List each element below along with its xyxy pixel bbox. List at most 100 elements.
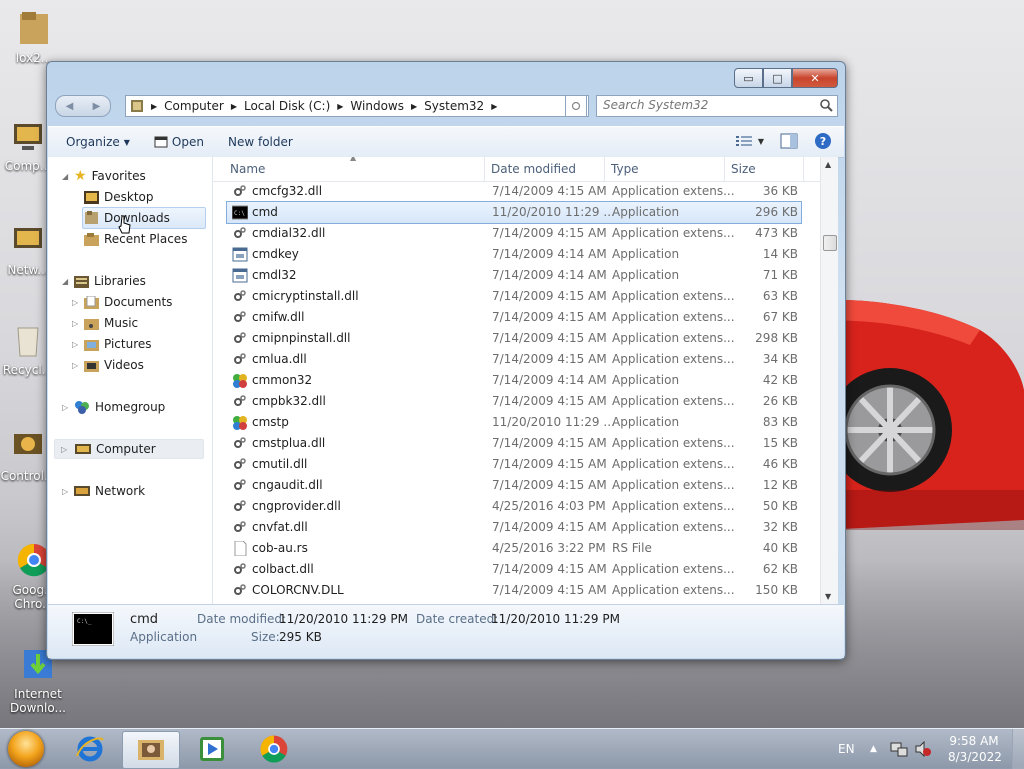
file-row[interactable]: cngaudit.dll 7/14/2009 4:15 AM Application… (213, 475, 837, 496)
show-hidden-icons[interactable]: ▲ (870, 729, 877, 769)
file-row[interactable]: colbact.dll 7/14/2009 4:15 AM Application … (213, 559, 837, 580)
nav-computer[interactable]: ▷ Computer (54, 439, 204, 459)
file-row[interactable]: cmcfg32.dll 7/14/2009 4:15 AM Application … (213, 181, 837, 202)
breadcrumb-local-disk[interactable]: Local Disk (C:) (244, 99, 330, 113)
expand-arrow-icon[interactable]: ▷ (72, 319, 78, 328)
file-row[interactable]: cmdl32 7/14/2009 4:14 AM Application 71 KB (213, 265, 837, 286)
minimize-button[interactable]: ▭ (734, 68, 763, 88)
file-row[interactable]: cmifw.dll 7/14/2009 4:15 AM Application ex… (213, 307, 837, 328)
search-icon[interactable] (819, 98, 833, 112)
expand-arrow-icon[interactable]: ▷ (72, 361, 78, 370)
file-row[interactable]: cmdkey 7/14/2009 4:14 AM Application 14 KB (213, 244, 837, 265)
maximize-button[interactable]: □ (763, 68, 792, 88)
nav-music[interactable]: ▷ Music (72, 313, 138, 333)
dll-icon (232, 289, 248, 304)
nav-desktop[interactable]: Desktop (84, 187, 154, 207)
column-divider[interactable] (803, 157, 804, 181)
back-button[interactable]: ◀ (66, 101, 74, 112)
file-row[interactable]: cmstp 11/20/2010 11:29 ... Application 83 K… (213, 412, 837, 433)
help-icon[interactable]: ? (814, 132, 832, 150)
open-button[interactable]: Open (148, 132, 210, 152)
clock[interactable]: 9:58 AM 8/3/2022 (948, 733, 1002, 765)
taskbar-windows-explorer[interactable] (122, 731, 180, 769)
file-row[interactable]: cmdial32.dll 7/14/2009 4:15 AM Application… (213, 223, 837, 244)
file-name: cmd (252, 205, 278, 219)
file-date-modified: 7/14/2009 4:15 AM (492, 331, 607, 345)
column-header-size[interactable]: Size (731, 162, 756, 176)
breadcrumb-separator[interactable]: ▶ (337, 102, 343, 111)
start-button[interactable] (8, 731, 44, 767)
expand-arrow-icon[interactable]: ▷ (72, 340, 78, 349)
column-header-name[interactable]: Name (230, 162, 265, 176)
scroll-up-icon[interactable]: ▲ (825, 160, 831, 169)
expand-arrow-icon[interactable]: ▷ (72, 298, 78, 307)
taskbar-chrome[interactable] (246, 731, 302, 767)
volume-tray-icon[interactable] (914, 741, 932, 757)
expand-arrow-icon[interactable]: ▷ (62, 403, 68, 412)
file-row[interactable]: cmstplua.dll 7/14/2009 4:15 AM Application… (213, 433, 837, 454)
file-type: Application (612, 373, 680, 387)
vertical-scrollbar[interactable]: ▲ ▼ (820, 157, 838, 604)
file-row[interactable]: cmlua.dll 7/14/2009 4:15 AM Application ex… (213, 349, 837, 370)
nav-documents[interactable]: ▷ Documents (72, 292, 172, 312)
nav-downloads[interactable]: Downloads (82, 207, 206, 229)
column-header-type[interactable]: Type (611, 162, 639, 176)
breadcrumb-computer[interactable]: Computer (164, 99, 224, 113)
language-indicator[interactable]: EN (838, 729, 855, 769)
desktop-icon-lox[interactable]: lox2... (0, 10, 70, 65)
refresh-button[interactable] (565, 95, 587, 117)
forward-button[interactable]: ▶ (93, 101, 101, 112)
breadcrumb-separator[interactable]: ▶ (411, 102, 417, 111)
taskbar-internet-explorer[interactable] (62, 731, 118, 767)
change-view-button[interactable]: ▼ (735, 135, 764, 147)
details-name: cmd (130, 612, 159, 627)
open-icon (154, 136, 168, 148)
nav-libraries[interactable]: ◢ Libraries (62, 271, 146, 291)
column-divider[interactable] (484, 157, 485, 181)
new-folder-button[interactable]: New folder (222, 132, 299, 152)
file-row[interactable]: COLORCNV.DLL 7/14/2009 4:15 AM Application… (213, 580, 837, 601)
organize-button[interactable]: Organize ▼ (60, 132, 136, 152)
nav-network[interactable]: ▷ Network (62, 481, 145, 501)
network-tray-icon[interactable] (890, 741, 908, 757)
nav-libraries-label: Libraries (94, 274, 146, 288)
file-row[interactable]: cob-au.rs 4/25/2016 3:22 PM RS File 40 KB (213, 538, 837, 559)
file-row[interactable]: cmmon32 7/14/2009 4:14 AM Application 42 KB (213, 370, 837, 391)
scroll-thumb[interactable] (823, 235, 837, 251)
search-box[interactable] (596, 95, 838, 117)
column-header-date[interactable]: Date modified (491, 162, 576, 176)
explorer-window: ▭ □ ✕ ◀ ▶ ▶ Computer ▶ Local Disk (C:) ▶… (46, 61, 846, 660)
file-row[interactable]: cnvfat.dll 7/14/2009 4:15 AM Application e… (213, 517, 837, 538)
breadcrumb-separator[interactable]: ▶ (491, 102, 497, 111)
file-row[interactable]: cmpbk32.dll 7/14/2009 4:15 AM Application … (213, 391, 837, 412)
details-date-created-label: Date created: (416, 612, 499, 626)
expand-arrow-icon[interactable]: ▷ (62, 487, 68, 496)
show-desktop-button[interactable] (1012, 729, 1024, 769)
file-row[interactable]: cmicryptinstall.dll 7/14/2009 4:15 AM Appl… (213, 286, 837, 307)
search-input[interactable] (597, 96, 813, 114)
nav-videos[interactable]: ▷ Videos (72, 355, 144, 375)
internet-explorer-icon (76, 736, 104, 762)
collapse-arrow-icon[interactable]: ◢ (62, 277, 68, 286)
column-divider[interactable] (604, 157, 605, 181)
close-button[interactable]: ✕ (792, 68, 838, 88)
file-row[interactable]: C:\ cmd 11/20/2010 11:29 ... Application 296… (226, 201, 802, 224)
nav-favorites[interactable]: ◢ ★ Favorites (62, 166, 146, 186)
scroll-down-icon[interactable]: ▼ (825, 592, 831, 601)
preview-pane-icon[interactable] (780, 133, 798, 149)
breadcrumb-windows[interactable]: Windows (350, 99, 404, 113)
network-icon (74, 485, 90, 496)
file-row[interactable]: cmutil.dll 7/14/2009 4:15 AM Application e… (213, 454, 837, 475)
file-row[interactable]: cngprovider.dll 4/25/2016 4:03 PM Applicat… (213, 496, 837, 517)
collapse-arrow-icon[interactable]: ◢ (62, 172, 68, 181)
nav-homegroup[interactable]: ▷ Homegroup (62, 397, 165, 417)
nav-recent-places[interactable]: Recent Places (84, 229, 187, 249)
address-bar[interactable]: ▶ Computer ▶ Local Disk (C:) ▶ Windows ▶… (125, 95, 589, 117)
expand-arrow-icon[interactable]: ▷ (61, 445, 67, 454)
breadcrumb-separator[interactable]: ▶ (231, 102, 237, 111)
column-divider[interactable] (724, 157, 725, 181)
nav-pictures[interactable]: ▷ Pictures (72, 334, 152, 354)
taskbar-media-player[interactable] (184, 731, 240, 767)
breadcrumb-system32[interactable]: System32 (424, 99, 484, 113)
file-row[interactable]: cmipnpinstall.dll 7/14/2009 4:15 AM Applic… (213, 328, 837, 349)
